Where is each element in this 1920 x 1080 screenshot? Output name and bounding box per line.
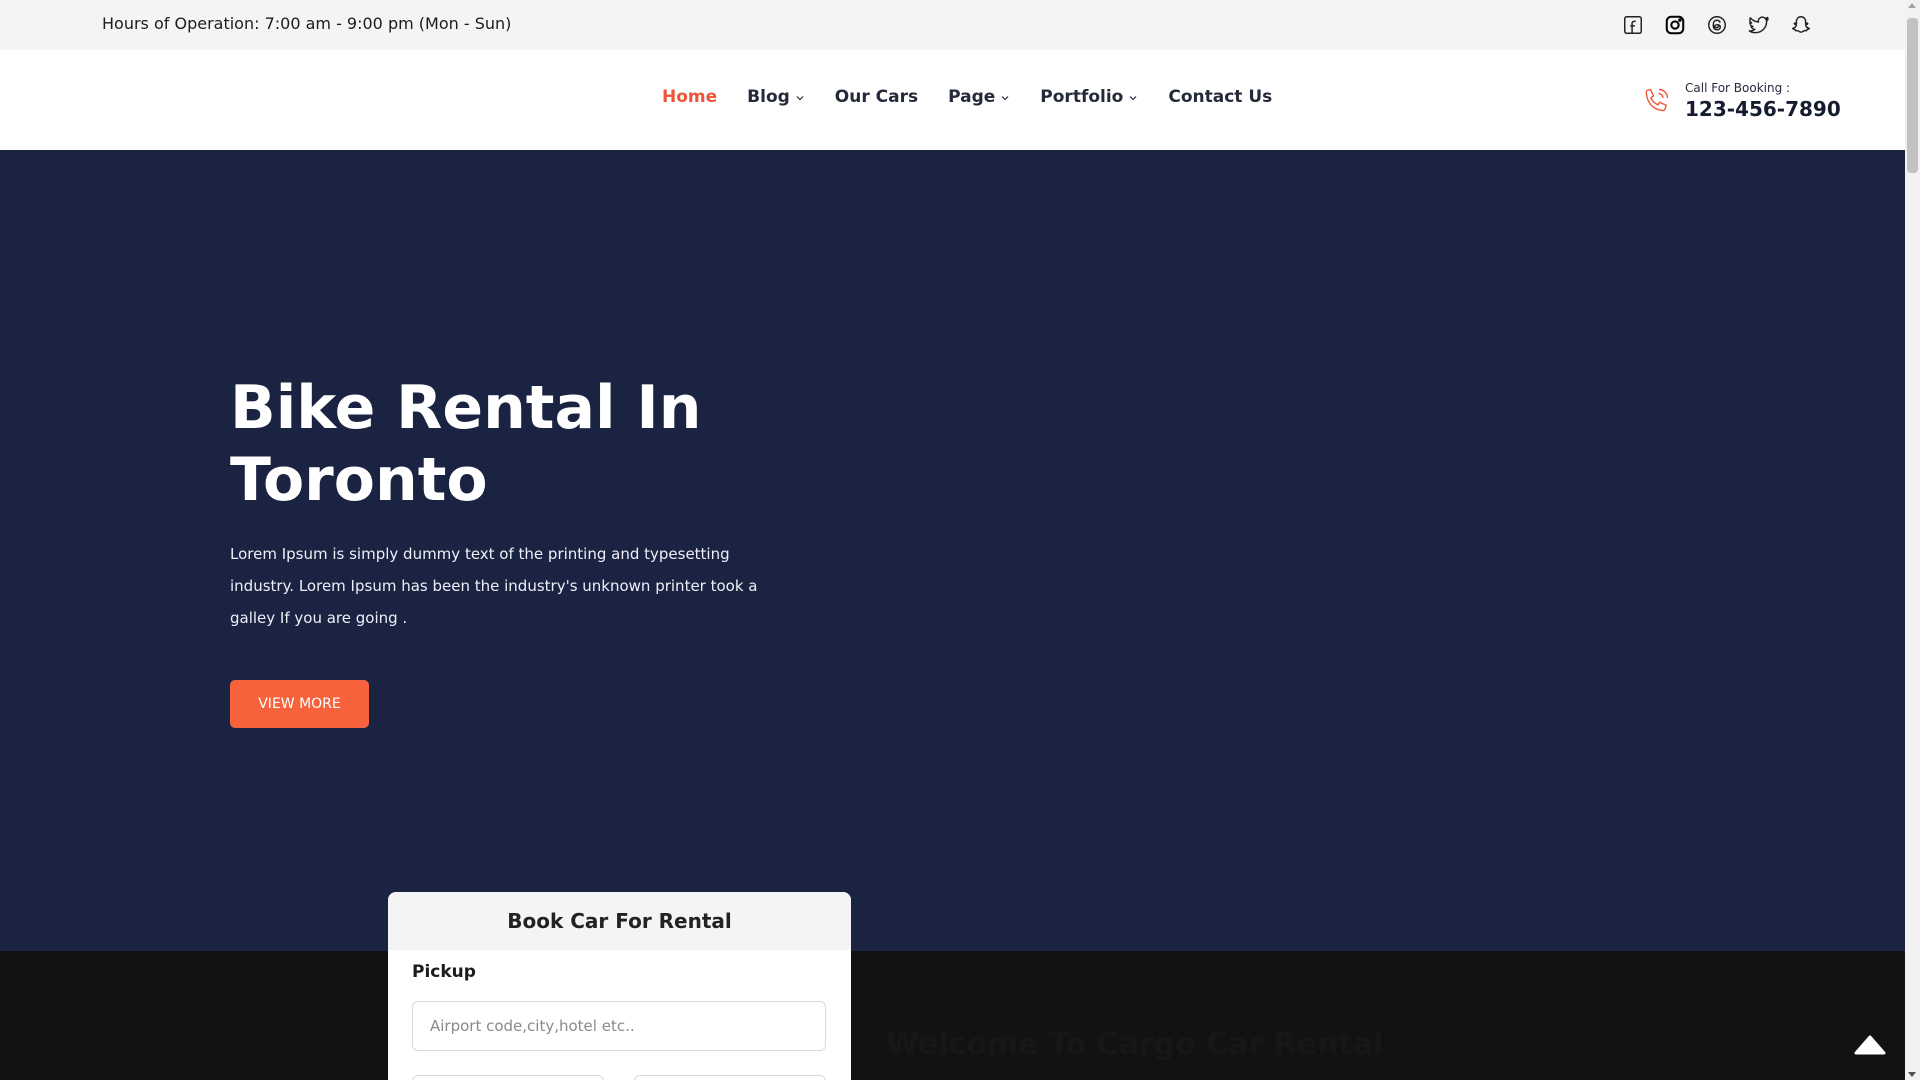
top-bar: Hours of Operation: 7:00 am - 9:00 pm (M… (0, 0, 1905, 50)
nav-item-label: Our Cars (834, 87, 919, 107)
scrollbar-thumb[interactable] (1907, 18, 1918, 173)
call-label: Call For Booking : (1685, 81, 1791, 95)
booking-card: Book Car For Rental Pickup (388, 892, 851, 1080)
hero-title-line: Bike Rental In (230, 373, 702, 443)
threads-icon[interactable] (1703, 11, 1731, 39)
hero-title: Bike Rental In Toronto (230, 372, 790, 516)
pickup-label: Pickup (412, 962, 476, 982)
nav-item-home[interactable]: Home (662, 87, 717, 107)
scroll-up-arrow-icon[interactable] (1908, 3, 1916, 8)
time-field[interactable] (634, 1075, 826, 1080)
nav-item-our-cars[interactable]: Our Cars (835, 87, 918, 107)
nav-item-label: Portfolio (1040, 87, 1124, 107)
scroll-to-top-icon[interactable] (1854, 1033, 1886, 1055)
call-number[interactable]: 123-456-7890 (1685, 97, 1841, 121)
main-navbar: Home Blog Our Cars Page Portfolio Contac… (0, 50, 1905, 150)
pickup-input[interactable] (412, 1001, 826, 1051)
nav-item-label: Page (948, 87, 996, 107)
hero-banner: Bike Rental In Toronto Lorem Ipsum is si… (0, 150, 1905, 951)
nav-item-portfolio[interactable]: Portfolio (1040, 87, 1138, 107)
instagram-icon[interactable] (1661, 11, 1689, 39)
twitter-icon[interactable] (1745, 11, 1773, 39)
welcome-heading: Welcome To Cargo Car Rental (886, 1027, 1384, 1062)
booking-card-title: Book Car For Rental (388, 892, 851, 950)
nav-item-contact-us[interactable]: Contact Us (1168, 87, 1272, 107)
facebook-icon[interactable] (1619, 11, 1647, 39)
page-scrollbar[interactable] (1905, 0, 1920, 1080)
scroll-down-arrow-icon[interactable] (1908, 1072, 1916, 1077)
view-more-button[interactable]: VIEW MORE (230, 680, 369, 728)
chevron-down-icon (796, 96, 804, 101)
nav-item-blog[interactable]: Blog (747, 87, 805, 107)
phone-icon (1645, 88, 1669, 112)
hours-of-operation: Hours of Operation: 7:00 am - 9:00 pm (M… (102, 14, 512, 33)
welcome-section: Welcome To Cargo Car Rental (0, 951, 1905, 1080)
main-menu: Home Blog Our Cars Page Portfolio Contac… (662, 87, 1302, 107)
nav-item-label: Blog (747, 87, 790, 107)
chevron-down-icon (1001, 96, 1009, 101)
hero-description: Lorem Ipsum is simply dummy text of the … (230, 545, 758, 627)
social-links (1619, 11, 1815, 39)
date-field[interactable] (412, 1075, 604, 1080)
chevron-down-icon (1129, 96, 1137, 101)
nav-item-page[interactable]: Page (948, 87, 1010, 107)
snapchat-icon[interactable] (1787, 11, 1815, 39)
hero-title-line: Toronto (230, 445, 488, 515)
nav-item-label: Contact Us (1168, 87, 1273, 107)
nav-item-label: Home (662, 87, 718, 107)
